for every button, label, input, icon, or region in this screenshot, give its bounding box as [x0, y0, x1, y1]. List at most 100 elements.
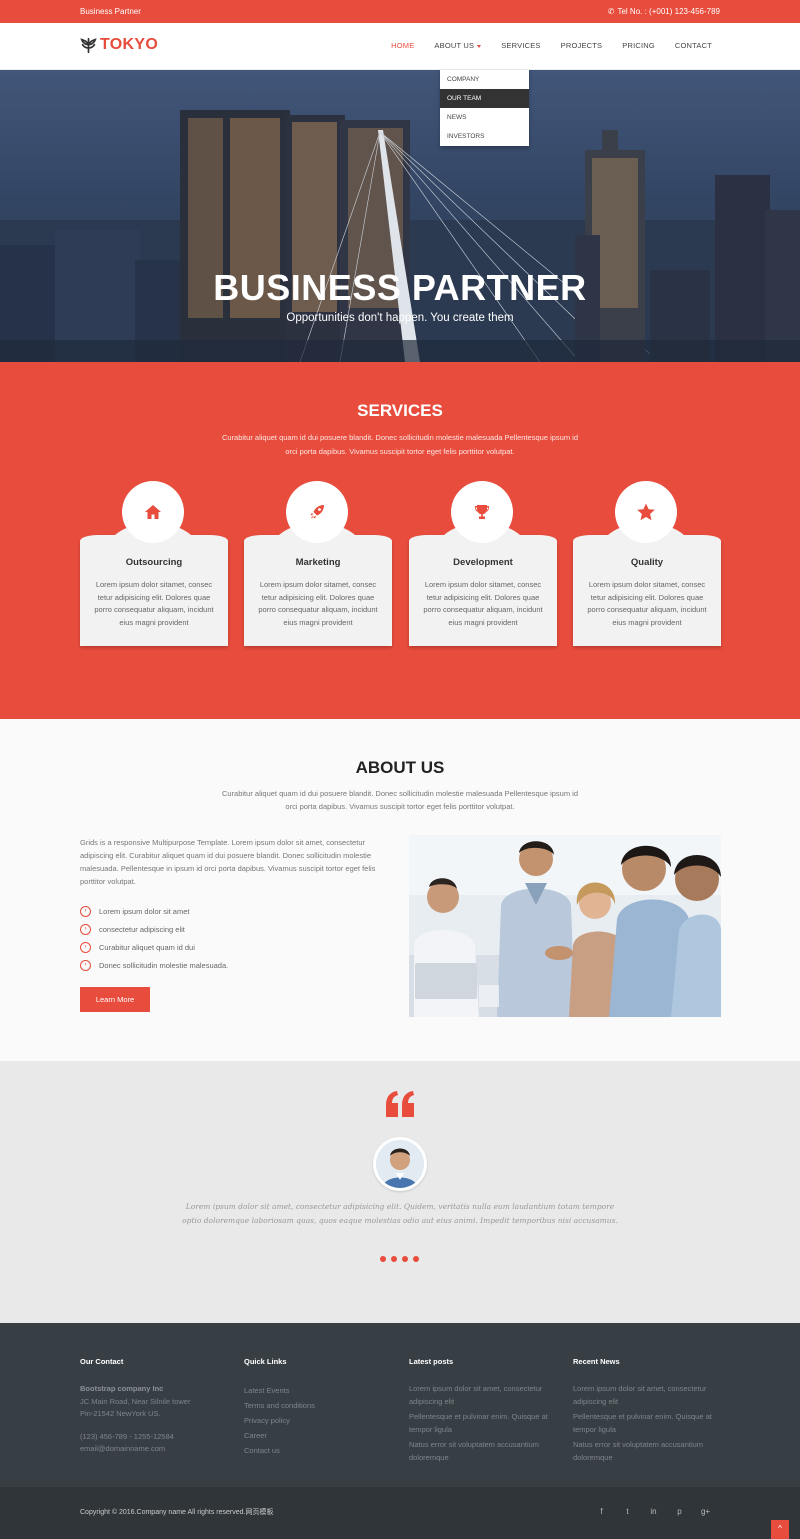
service-icon-circle: [286, 481, 348, 543]
list-item-text: consectetur adipiscing elit: [99, 924, 185, 934]
footer: Our Contact Bootstrap company Inc JC Mai…: [0, 1323, 800, 1487]
footer-latest-posts-title: Latest posts: [409, 1357, 454, 1366]
dropdown-item-company[interactable]: COMPANY: [440, 70, 529, 89]
carousel-dot[interactable]: [380, 1256, 386, 1262]
list-item: › Curabitur aliquet quam id dui: [80, 938, 228, 956]
about-section: ABOUT US Curabitur aliquet quam id dui p…: [0, 719, 800, 1061]
footer-news[interactable]: Pellentesque et pulvinar enim. Quisque a…: [573, 1411, 723, 1436]
chevron-right-icon: ›: [80, 923, 91, 935]
page: Business Partner ✆ Tel No. : (+001) 123-4…: [0, 0, 800, 1539]
footer-post[interactable]: Lorem ipsum dolor sit amet, consectetur …: [409, 1383, 559, 1408]
carousel-dot[interactable]: [402, 1256, 408, 1262]
footer-quick-links: Quick Links Latest Events Terms and cond…: [244, 1357, 394, 1458]
dropdown-item-our-team[interactable]: OUR TEAM: [440, 89, 529, 108]
services-intro: Curabitur aliquet quam id dui posuere bl…: [221, 433, 579, 456]
service-card-title: Marketing: [295, 557, 341, 568]
footer-latest-posts: Latest posts Lorem ipsum dolor sit amet,…: [409, 1357, 559, 1467]
twitter-icon[interactable]: t: [621, 1507, 634, 1516]
service-card-title: Quality: [630, 557, 664, 568]
nav-projects[interactable]: PROJECTS: [561, 41, 603, 50]
service-card-marketing[interactable]: Marketing Lorem ipsum dolor sitamet, con…: [244, 481, 392, 646]
footer-link[interactable]: Latest Events: [244, 1383, 394, 1398]
list-item-text: Donec sollicitudin molestie malesuada.: [99, 960, 229, 970]
service-card-quality[interactable]: Quality Lorem ipsum dolor sitamet, conse…: [573, 481, 721, 646]
footer-link[interactable]: Contact us: [244, 1443, 394, 1458]
nav-contact[interactable]: CONTACT: [675, 41, 712, 50]
copyright: Copyright © 2016.Company name All rights…: [80, 1509, 274, 1516]
nav-services[interactable]: SERVICES: [501, 41, 540, 50]
service-card-text: Lorem ipsum dolor sitamet, consec tetur …: [423, 580, 543, 627]
services-section: SERVICES Curabitur aliquet quam id dui p…: [0, 362, 800, 719]
hero-banner: BUSINESS PARTNER Opportunities don't hap…: [0, 70, 800, 362]
footer-news[interactable]: Natus error sit voluptatem accusantium d…: [573, 1439, 723, 1464]
service-card-development[interactable]: Development Lorem ipsum dolor sitamet, c…: [409, 481, 557, 646]
service-card-text: Lorem ipsum dolor sitamet, consec tetur …: [258, 580, 378, 627]
service-card-outsourcing[interactable]: Outsourcing Lorem ipsum dolor sitamet, c…: [80, 481, 228, 646]
carousel-dots: [380, 1256, 424, 1262]
hero-title: BUSINESS PARTNER: [213, 267, 587, 308]
top-bar-phone: ✆ Tel No. : (+001) 123-456-789: [608, 7, 720, 16]
footer-post[interactable]: Pellentesque et pulvinar enim. Quisque a…: [409, 1411, 559, 1436]
testimonial-section: Lorem ipsum dolor sit amet, consectetur …: [0, 1061, 800, 1323]
facebook-icon[interactable]: f: [595, 1507, 608, 1516]
service-icon-circle: [451, 481, 513, 543]
list-item: › Lorem ipsum dolor sit amet: [80, 902, 228, 920]
service-card-text: Lorem ipsum dolor sitamet, consec tetur …: [587, 580, 707, 627]
footer-address-1: JC Main Road, Near Silnile tower: [80, 1396, 191, 1406]
tel-number: (+001) 123-456-789: [649, 7, 720, 16]
social-links: f t in p g+: [582, 1507, 712, 1516]
footer-recent-news: Recent News Lorem ipsum dolor sit amet, …: [573, 1357, 723, 1467]
logo-icon: [80, 37, 97, 53]
chevron-right-icon: ›: [80, 941, 91, 953]
testimonial-avatar: [373, 1137, 427, 1191]
footer-contact: Our Contact Bootstrap company Inc JC Mai…: [80, 1357, 230, 1456]
tel-label: Tel No. :: [617, 7, 647, 16]
list-item: › consectetur adipiscing elit: [80, 920, 228, 938]
nav-home[interactable]: HOME: [391, 41, 414, 50]
team-handshake-photo: [409, 835, 721, 1017]
footer-link[interactable]: Terms and conditions: [244, 1398, 394, 1413]
dropdown-item-investors[interactable]: INVESTORS: [440, 127, 529, 146]
star-icon: [637, 503, 655, 521]
trophy-icon: [475, 505, 489, 519]
testimonial-quote: Lorem ipsum dolor sit amet, consectetur …: [182, 1202, 618, 1225]
rocket-icon: [310, 505, 324, 519]
nav-about-us-label: ABOUT US: [434, 41, 475, 50]
back-to-top-button[interactable]: ^: [771, 1520, 789, 1539]
service-card-text: Lorem ipsum dolor sitamet, consec tetur …: [94, 580, 214, 627]
chevron-down-icon: [477, 44, 482, 48]
footer-news[interactable]: Lorem ipsum dolor sit amet, consectetur …: [573, 1383, 723, 1408]
team-photo-image: [409, 835, 721, 1017]
footer-quick-links-title: Quick Links: [244, 1357, 287, 1366]
google-plus-icon[interactable]: g+: [699, 1507, 712, 1516]
footer-recent-news-title: Recent News: [573, 1357, 620, 1366]
top-bar: Business Partner ✆ Tel No. : (+001) 123-4…: [0, 0, 800, 23]
logo[interactable]: TOKYO: [80, 36, 158, 54]
learn-more-button[interactable]: Learn More: [80, 987, 150, 1012]
carousel-dot[interactable]: [413, 1256, 419, 1262]
carousel-dot[interactable]: [391, 1256, 397, 1262]
footer-address-2: Pin-21542 NewYork US.: [80, 1409, 161, 1418]
service-card-title: Development: [453, 557, 513, 568]
list-item-text: Lorem ipsum dolor sit amet: [99, 906, 190, 916]
service-card-title: Outsourcing: [125, 557, 183, 568]
about-intro: Curabitur aliquet quam id dui posuere bl…: [221, 789, 579, 811]
phone-icon: ✆: [607, 7, 615, 16]
about-paragraph: Grids is a responsive Multipurpose Templ…: [80, 838, 376, 886]
home-icon: [145, 505, 161, 519]
footer-email[interactable]: email@domainname.com: [80, 1443, 230, 1456]
footer-link[interactable]: Privacy policy: [244, 1413, 394, 1428]
quote-icon: [386, 1091, 414, 1117]
linkedin-icon[interactable]: in: [647, 1507, 660, 1516]
header: TOKYO HOME ABOUT US SERVICES PROJECTS PR…: [0, 23, 800, 70]
pinterest-icon[interactable]: p: [673, 1507, 686, 1516]
dropdown-item-news[interactable]: NEWS: [440, 108, 529, 127]
footer-bottom-bar: Copyright © 2016.Company name All rights…: [0, 1487, 800, 1539]
nav-about-us[interactable]: ABOUT US: [434, 41, 482, 50]
hero-subtitle: Opportunities don't happen. You create t…: [286, 312, 514, 324]
footer-link[interactable]: Career: [244, 1428, 394, 1443]
logo-text: TOKYO: [100, 36, 159, 53]
footer-post[interactable]: Natus error sit voluptatem accusantium d…: [409, 1439, 559, 1464]
main-nav: HOME ABOUT US SERVICES PROJECTS PRICING …: [371, 41, 712, 50]
nav-pricing[interactable]: PRICING: [622, 41, 655, 50]
